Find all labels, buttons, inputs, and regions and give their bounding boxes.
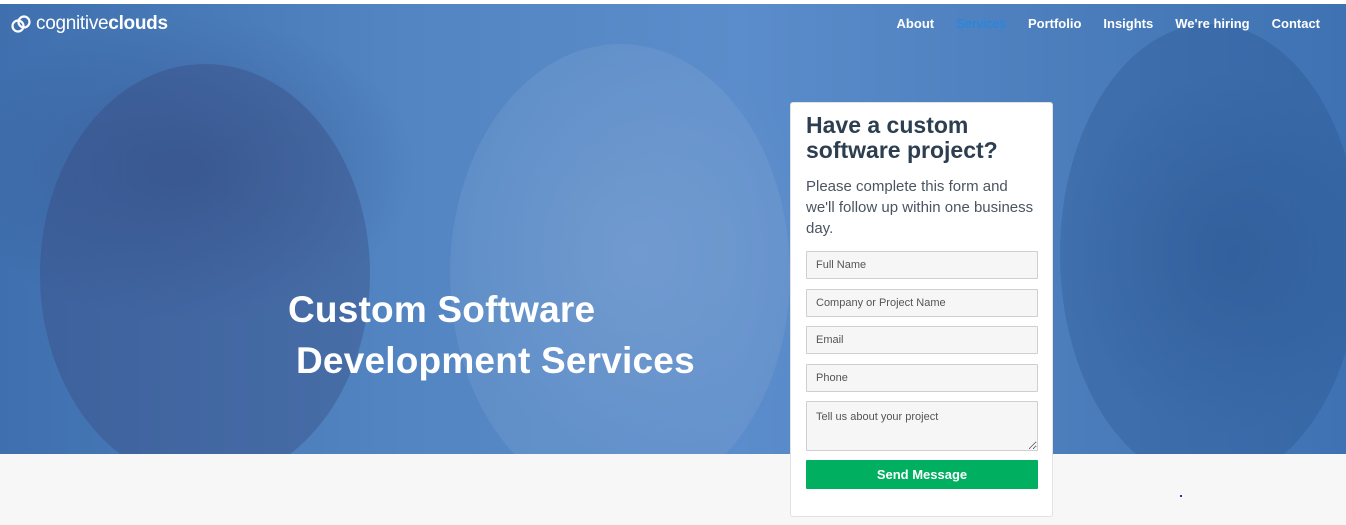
brand-logo[interactable]: cognitiveclouds (10, 13, 168, 35)
company-input[interactable] (806, 288, 1038, 317)
nav-services[interactable]: Services (956, 16, 1006, 31)
background-person-center (450, 44, 790, 454)
hero-title-line-2: Development Services (296, 340, 695, 381)
nav-hiring[interactable]: We're hiring (1175, 16, 1249, 31)
nav-portfolio[interactable]: Portfolio (1028, 16, 1081, 31)
hero-banner: cognitiveclouds About Services Portfolio… (0, 4, 1346, 454)
hero-title: Custom Software Development Services (288, 284, 695, 386)
form-subtitle: Please complete this form and we'll foll… (806, 178, 1034, 237)
background-person-right (1060, 24, 1346, 454)
contact-form-card: Have a custom software project? Please c… (790, 102, 1053, 517)
cloud-logo-icon (11, 15, 31, 33)
email-input[interactable] (806, 326, 1038, 354)
full-name-input[interactable] (806, 251, 1038, 279)
nav-contact[interactable]: Contact (1272, 16, 1320, 31)
background-person-left (40, 64, 370, 454)
send-message-button[interactable]: Send Message (806, 460, 1038, 489)
brand-name: cognitiveclouds (36, 13, 168, 34)
project-textarea[interactable] (806, 401, 1038, 451)
hero-title-line-1: Custom Software (288, 289, 596, 330)
stray-dot (1180, 495, 1182, 497)
phone-input[interactable] (806, 363, 1038, 392)
form-title: Have a custom software project? (806, 112, 998, 163)
main-nav: About Services Portfolio Insights We're … (897, 16, 1320, 31)
nav-insights[interactable]: Insights (1103, 16, 1153, 31)
nav-about[interactable]: About (897, 16, 935, 31)
